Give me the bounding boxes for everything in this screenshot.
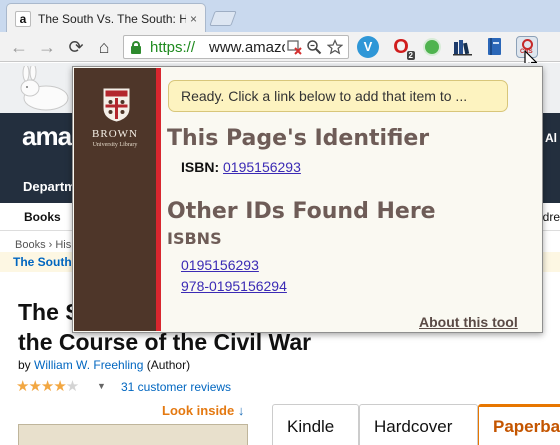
format-tabs: Kindle Hardcover Paperba [272, 404, 560, 445]
page-action-icon[interactable] [287, 39, 303, 55]
forward-button[interactable]: → [36, 36, 58, 58]
lock-icon [131, 41, 141, 54]
page-isbn-link[interactable]: 0195156293 [223, 159, 301, 175]
brand-subtitle: University Library [92, 142, 138, 148]
byline-prefix: by [18, 358, 31, 372]
opera-extension-icon[interactable]: O 2 [390, 36, 415, 60]
address-bar[interactable]: https:// www.amazon.com [123, 35, 349, 59]
look-inside-label: Look inside [162, 403, 235, 418]
subnav-books[interactable]: Books [24, 210, 61, 224]
browser-toolbar: ← → ⟳ ⌂ https:// www.amazon.com [0, 32, 560, 85]
look-inside-arrow-icon: ↓ [237, 403, 245, 418]
format-hardcover[interactable]: Hardcover [359, 404, 478, 445]
star-rating[interactable]: ★★★★★ [16, 377, 79, 395]
other-isbn-link[interactable]: 0195156293 [181, 257, 259, 273]
author-role: (Author) [146, 358, 191, 372]
identifier-heading: This Page's Identifier [167, 126, 430, 151]
about-this-tool-link[interactable]: About this tool [419, 314, 518, 331]
star-rating-empty: ★ [65, 378, 79, 395]
v-extension-icon[interactable]: V [357, 36, 379, 58]
tab-strip: a The South Vs. The South: H × [0, 0, 560, 33]
breadcrumb[interactable]: Books › His [15, 239, 71, 251]
sidebar-divider [156, 68, 161, 331]
tab-title: The South Vs. The South: H [38, 11, 186, 26]
book-cover-image[interactable] [18, 424, 248, 445]
page-isbn-row: ISBN: 0195156293 [181, 159, 301, 175]
departments-menu[interactable]: Departm [23, 179, 76, 195]
new-tab-button[interactable] [209, 11, 237, 26]
brown-library-sidebar: BROWN University Library [74, 68, 156, 331]
customer-reviews-link[interactable]: 31 customer reviews [121, 380, 231, 394]
isbn-label: ISBN: [181, 159, 220, 175]
brown-shield-icon [103, 88, 130, 122]
other-ids-heading: Other IDs Found Here [167, 199, 436, 224]
star-rating-full: ★★★★ [16, 378, 67, 395]
isbns-subheading: ISBNS [167, 229, 222, 248]
back-button[interactable]: ← [8, 36, 30, 58]
author-link[interactable]: William W. Freehling [34, 358, 143, 372]
rabbit-illustration-icon [20, 66, 69, 111]
url-host: www.amazon.com [209, 39, 285, 56]
bookmark-star-icon[interactable] [326, 39, 344, 55]
look-inside-button[interactable]: Look inside ↓ [162, 403, 244, 419]
byline: by William W. Freehling (Author) [18, 358, 190, 372]
other-isbn-link[interactable]: 978-0195156294 [181, 278, 287, 294]
rating-caret-icon[interactable]: ▼ [97, 381, 106, 391]
browser-tab[interactable]: a The South Vs. The South: H × [6, 3, 206, 33]
green-dot-extension-icon[interactable] [421, 36, 443, 58]
status-message: Ready. Click a link below to add that it… [168, 80, 508, 112]
breadcrumb-link[interactable]: The South [13, 255, 72, 269]
extension-badge: 2 [406, 51, 415, 60]
format-kindle[interactable]: Kindle [272, 404, 359, 445]
close-tab-icon[interactable]: × [190, 12, 197, 26]
extension-popup: BROWN University Library Ready. Click a … [72, 66, 543, 333]
books-extension-icon[interactable] [452, 36, 474, 58]
home-button[interactable]: ⌂ [93, 36, 115, 58]
url-scheme: https:// [150, 39, 196, 56]
nav-edge-label[interactable]: Al [545, 131, 557, 145]
blue-book-extension-icon[interactable] [484, 36, 506, 58]
brand-name: BROWN [92, 128, 138, 140]
subnav-item[interactable]: ldre [540, 210, 560, 224]
reload-button[interactable]: ⟳ [65, 36, 87, 58]
amazon-favicon-icon: a [15, 10, 31, 27]
zoom-icon[interactable] [306, 39, 322, 55]
format-paperback[interactable]: Paperba [478, 404, 560, 445]
